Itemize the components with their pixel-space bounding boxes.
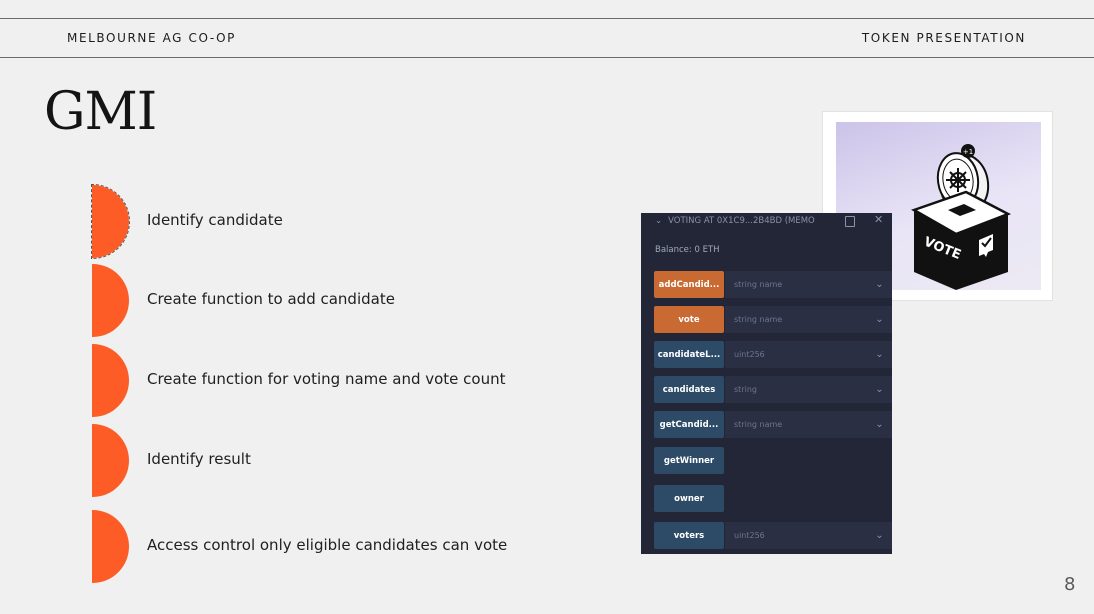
- chevron-down-icon[interactable]: ⌄: [655, 216, 662, 226]
- chevron-down-icon[interactable]: ⌄: [867, 341, 892, 368]
- header-top-rule: [0, 18, 1094, 19]
- plus-one-badge: +1: [961, 144, 975, 158]
- function-param-input[interactable]: string name: [725, 411, 867, 438]
- section-label: TOKEN PRESENTATION: [861, 31, 1026, 45]
- step-label: Identify result: [147, 450, 251, 468]
- function-button-addcandidate[interactable]: addCandid...: [654, 271, 724, 298]
- function-row: vote string name ⌄: [654, 306, 892, 333]
- function-button-getwinner[interactable]: getWinner: [654, 447, 724, 474]
- step-item[interactable]: Access control only eligible candidates …: [92, 510, 552, 583]
- step-item[interactable]: Identify result: [92, 424, 552, 497]
- function-row: owner: [654, 485, 892, 512]
- step-label: Identify candidate: [147, 211, 283, 229]
- step-item[interactable]: Identify candidate: [91, 184, 552, 259]
- chevron-down-icon[interactable]: ⌄: [867, 306, 892, 333]
- step-item[interactable]: Create function to add candidate: [92, 264, 552, 337]
- balance-label: Balance: 0 ETH: [655, 245, 720, 255]
- step-label: Create function for voting name and vote…: [147, 370, 506, 388]
- half-circle-marker: [92, 424, 129, 497]
- half-circle-marker: [92, 344, 129, 417]
- deployed-contract-panel: ⌄ VOTING AT 0X1C9...2B4BD (MEMO ✕ Balance…: [641, 213, 892, 554]
- function-row: addCandid... string name ⌄: [654, 271, 892, 298]
- half-circle-marker[interactable]: [91, 184, 130, 259]
- step-label: Access control only eligible candidates …: [147, 536, 508, 554]
- function-button-candidatelist[interactable]: candidateL...: [654, 341, 724, 368]
- page-title: GMI: [44, 82, 157, 142]
- function-param-input[interactable]: string name: [725, 306, 867, 333]
- step-item[interactable]: Create function for voting name and vote…: [92, 344, 552, 417]
- half-circle-marker: [92, 264, 129, 337]
- org-name: MELBOURNE AG CO-OP: [67, 31, 236, 45]
- svg-text:+1: +1: [963, 148, 973, 156]
- chevron-down-icon[interactable]: ⌄: [867, 411, 892, 438]
- chevron-down-icon[interactable]: ⌄: [867, 271, 892, 298]
- header-bottom-rule: [0, 57, 1094, 58]
- page-number: 8: [1064, 574, 1076, 595]
- close-icon[interactable]: ✕: [874, 213, 883, 226]
- function-button-vote[interactable]: vote: [654, 306, 724, 333]
- copy-icon[interactable]: [845, 216, 855, 227]
- function-row: voters uint256 ⌄: [654, 522, 892, 549]
- function-param-input[interactable]: uint256: [725, 341, 867, 368]
- function-row: candidateL... uint256 ⌄: [654, 341, 892, 368]
- half-circle-marker: [92, 510, 129, 583]
- function-button-voters[interactable]: voters: [654, 522, 724, 549]
- contract-title[interactable]: ⌄ VOTING AT 0X1C9...2B4BD (MEMO: [655, 216, 815, 226]
- function-param-input[interactable]: string: [725, 376, 867, 403]
- chevron-down-icon[interactable]: ⌄: [867, 522, 892, 549]
- function-button-getcandidate[interactable]: getCandid...: [654, 411, 724, 438]
- function-param-input[interactable]: string name: [725, 271, 867, 298]
- function-row: candidates string ⌄: [654, 376, 892, 403]
- function-row: getWinner: [654, 447, 892, 474]
- chevron-down-icon[interactable]: ⌄: [867, 376, 892, 403]
- function-button-owner[interactable]: owner: [654, 485, 724, 512]
- function-param-input[interactable]: uint256: [725, 522, 867, 549]
- step-label: Create function to add candidate: [147, 290, 395, 308]
- function-button-candidates[interactable]: candidates: [654, 376, 724, 403]
- function-row: getCandid... string name ⌄: [654, 411, 892, 438]
